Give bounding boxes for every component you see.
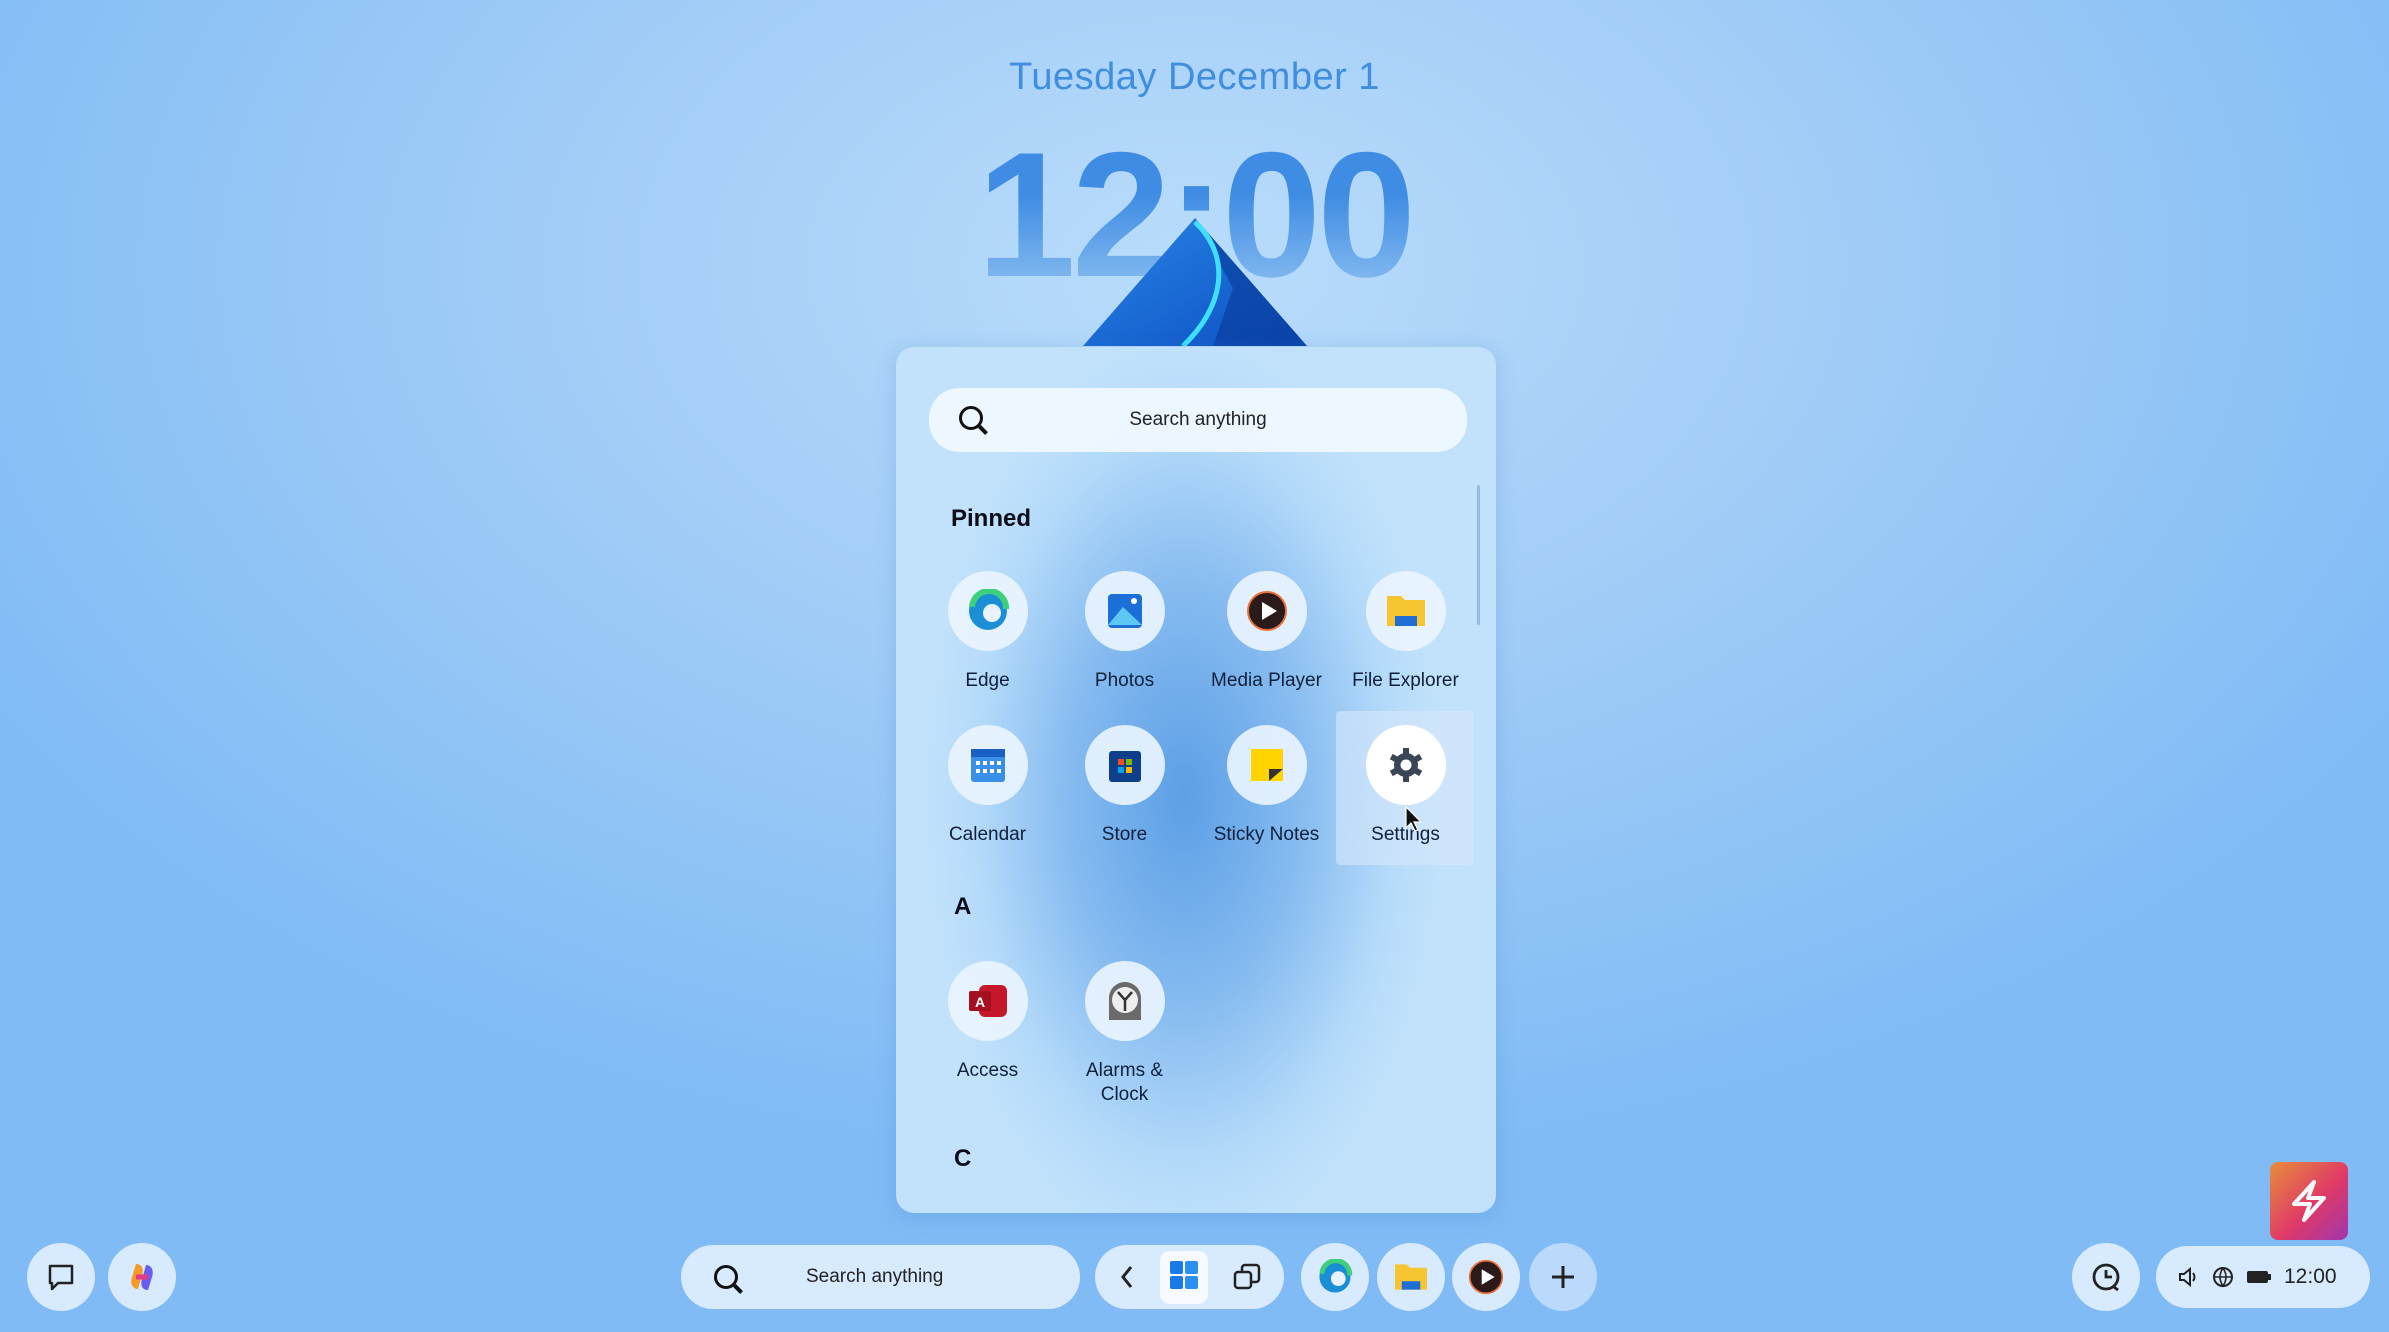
add-button[interactable] bbox=[1529, 1243, 1597, 1311]
app-edge[interactable]: Edge bbox=[919, 571, 1056, 693]
edge-icon bbox=[1319, 1259, 1353, 1293]
lock-date: Tuesday December 1 bbox=[1009, 56, 1380, 98]
app-label: Store bbox=[1101, 824, 1148, 845]
volume-icon bbox=[2179, 1267, 2196, 1287]
clock-history-icon bbox=[2092, 1263, 2120, 1292]
app-alarms-clock[interactable]: Alarms & Clock bbox=[1056, 961, 1193, 1107]
recorder-app-overlay[interactable] bbox=[2270, 1162, 2348, 1240]
wallpaper-logo bbox=[1083, 218, 1307, 346]
calendar-icon bbox=[947, 725, 1028, 805]
gear-icon bbox=[1365, 725, 1446, 805]
app-media-player[interactable]: Media Player bbox=[1198, 571, 1335, 693]
app-file-explorer[interactable]: File Explorer bbox=[1337, 571, 1474, 693]
alarm-clock-icon bbox=[1084, 961, 1165, 1041]
search-placeholder: Search anything bbox=[1129, 409, 1267, 430]
tray-time: 12:00 bbox=[2284, 1265, 2337, 1288]
photos-icon bbox=[1084, 571, 1165, 651]
windows-icon bbox=[1170, 1260, 1199, 1289]
chat-icon bbox=[48, 1264, 74, 1291]
taskbar-media-player[interactable] bbox=[1452, 1243, 1520, 1311]
network-globe-icon bbox=[2213, 1267, 2233, 1288]
scrollbar[interactable] bbox=[1477, 485, 1480, 625]
start-search-input[interactable]: Search anything bbox=[929, 388, 1467, 452]
media-player-icon bbox=[1226, 571, 1307, 651]
mouse-cursor bbox=[1405, 806, 1423, 832]
media-player-icon bbox=[1468, 1259, 1504, 1295]
start-button[interactable] bbox=[1160, 1250, 1209, 1304]
system-tray[interactable]: 12:00 bbox=[2156, 1246, 2370, 1308]
app-access[interactable]: A Access bbox=[919, 961, 1056, 1083]
search-placeholder: Search anything bbox=[806, 1266, 944, 1287]
taskbar-edge[interactable] bbox=[1301, 1243, 1369, 1311]
app-label: Alarms & Clock bbox=[1085, 1060, 1164, 1105]
task-view-icon[interactable] bbox=[1232, 1262, 1262, 1292]
app-calendar[interactable]: Calendar bbox=[919, 725, 1056, 847]
app-label: Edge bbox=[965, 670, 1010, 691]
folder-icon bbox=[1395, 1264, 1427, 1290]
app-label: Access bbox=[956, 1060, 1019, 1081]
app-photos[interactable]: Photos bbox=[1056, 571, 1193, 693]
edge-icon bbox=[947, 571, 1028, 651]
app-sticky-notes[interactable]: Sticky Notes bbox=[1198, 725, 1335, 847]
start-menu: Search anything Pinned Edge Photos Media… bbox=[896, 347, 1496, 1213]
section-header-a: A bbox=[954, 893, 972, 920]
copilot-button[interactable] bbox=[108, 1243, 176, 1311]
app-label: Media Player bbox=[1211, 670, 1322, 691]
chat-button[interactable] bbox=[27, 1243, 95, 1311]
app-label: File Explorer bbox=[1352, 670, 1459, 691]
app-label: Photos bbox=[1094, 670, 1155, 691]
taskbar-search-input[interactable]: Search anything bbox=[681, 1245, 1080, 1309]
access-icon: A bbox=[947, 961, 1028, 1041]
taskbar-file-explorer[interactable] bbox=[1377, 1243, 1445, 1311]
app-store[interactable]: Store bbox=[1056, 725, 1193, 847]
copilot-icon bbox=[131, 1264, 153, 1290]
bolt-logo-icon bbox=[2292, 1180, 2326, 1222]
search-icon bbox=[714, 1265, 738, 1289]
back-chevron-icon[interactable] bbox=[1117, 1263, 1137, 1291]
folder-icon bbox=[1365, 571, 1446, 651]
battery-icon bbox=[2247, 1271, 2271, 1283]
taskbar-nav-group bbox=[1095, 1245, 1284, 1309]
sticky-notes-icon bbox=[1226, 725, 1307, 805]
store-icon bbox=[1084, 725, 1165, 805]
history-button[interactable] bbox=[2072, 1243, 2140, 1311]
pinned-heading: Pinned bbox=[951, 505, 1032, 532]
section-header-c: C bbox=[954, 1145, 972, 1172]
plus-icon bbox=[1552, 1266, 1574, 1288]
app-label: Sticky Notes bbox=[1213, 824, 1320, 845]
svg-text:A: A bbox=[974, 994, 984, 1010]
app-label: Calendar bbox=[948, 824, 1027, 845]
